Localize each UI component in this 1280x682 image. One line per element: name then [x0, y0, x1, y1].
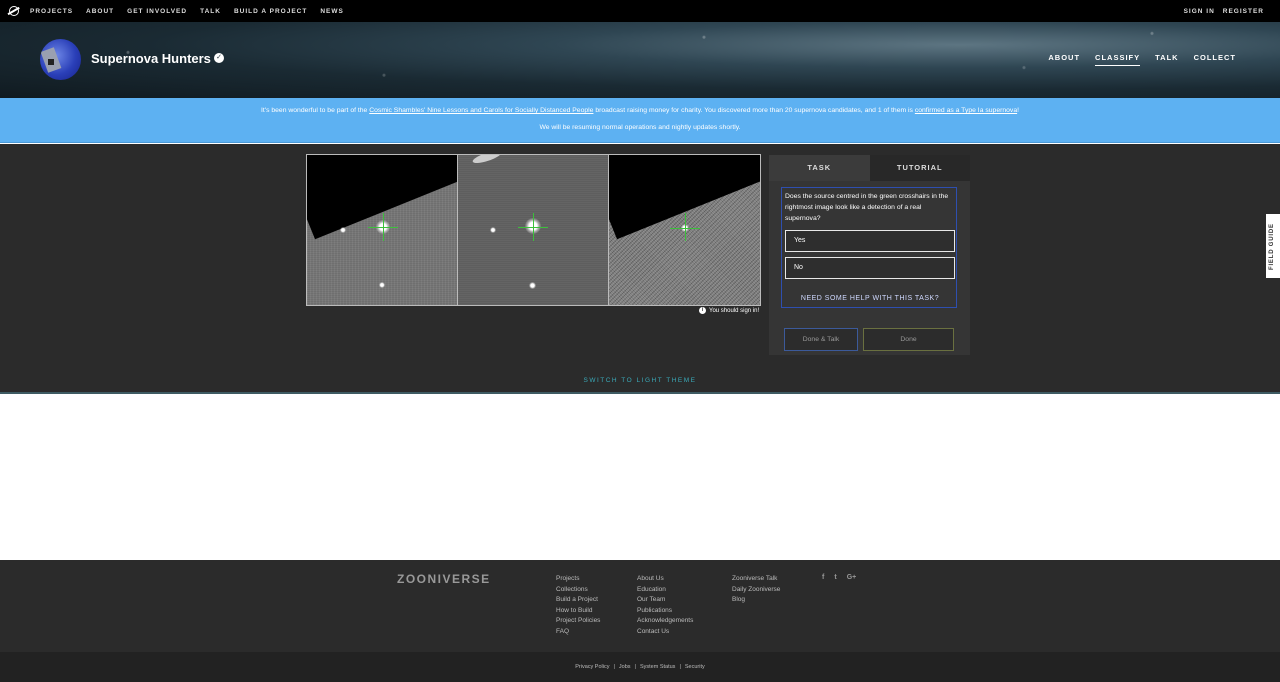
type-ia-supernova-link[interactable]: confirmed as a Type Ia supernova — [915, 107, 1017, 114]
jobs-link[interactable]: Jobs — [619, 664, 631, 670]
info-icon: i — [699, 307, 706, 314]
tab-task[interactable]: TASK — [769, 155, 870, 181]
nav-projects[interactable]: PROJECTS — [30, 8, 73, 15]
footer: ZOONIVERSE Projects Collections Build a … — [0, 560, 1280, 652]
sign-in-note[interactable]: i You should sign in! — [699, 307, 759, 314]
footer-link-blog[interactable]: Blog — [732, 595, 780, 606]
field-guide-label: FIELD GUIDE — [1269, 223, 1275, 270]
facebook-icon[interactable]: f — [822, 574, 824, 581]
help-link[interactable]: NEED SOME HELP WITH THIS TASK? — [782, 295, 958, 302]
nav-build-a-project[interactable]: BUILD A PROJECT — [234, 8, 307, 15]
separator: | — [634, 664, 636, 670]
footer-link-about-us[interactable]: About Us — [637, 574, 693, 585]
footer-link-daily-zooniverse[interactable]: Daily Zooniverse — [732, 585, 780, 596]
footer-link-our-team[interactable]: Our Team — [637, 595, 693, 606]
zooniverse-logo-icon[interactable] — [9, 6, 19, 16]
footer-logo[interactable]: ZOONIVERSE — [397, 572, 491, 586]
answer-yes-button[interactable]: Yes — [785, 230, 955, 252]
footer-link-education[interactable]: Education — [637, 585, 693, 596]
nav-about[interactable]: ABOUT — [86, 8, 114, 15]
done-button[interactable]: Done — [863, 328, 954, 351]
footer-bottom-bar: Privacy Policy | Jobs | System Status | Securi… — [0, 652, 1280, 682]
classifier-area: i You should sign in! TASK TUTORIAL Does… — [0, 144, 1280, 394]
footer-column-2: About Us Education Our Team Publications… — [637, 574, 693, 637]
security-link[interactable]: Security — [685, 664, 705, 670]
project-avatar[interactable] — [40, 39, 81, 80]
switch-theme-link[interactable]: SWITCH TO LIGHT THEME — [0, 377, 1280, 384]
satellite-detail — [48, 59, 54, 65]
divider — [0, 392, 1280, 394]
footer-link-acknowledgements[interactable]: Acknowledgements — [637, 616, 693, 627]
announcement-text-2: broadcast raising money for charity. You… — [593, 107, 915, 114]
footer-link-zooniverse-talk[interactable]: Zooniverse Talk — [732, 574, 780, 585]
answer-no-button[interactable]: No — [785, 257, 955, 279]
verified-check-icon: ✓ — [214, 53, 224, 63]
announcement-text-1: It's been wonderful to be part of the — [261, 107, 370, 114]
tab-tutorial[interactable]: TUTORIAL — [869, 155, 970, 181]
privacy-policy-link[interactable]: Privacy Policy — [575, 664, 609, 670]
nav-talk[interactable]: TALK — [200, 8, 221, 15]
separator: | — [613, 664, 615, 670]
footer-column-3: Zooniverse Talk Daily Zooniverse Blog — [732, 574, 780, 606]
cosmic-shambles-link[interactable]: Cosmic Shambles' Nine Lessons and Carols… — [369, 107, 593, 114]
field-star — [529, 282, 536, 289]
subject-image-new[interactable] — [307, 155, 458, 305]
nav-get-involved[interactable]: GET INVOLVED — [127, 8, 187, 15]
footer-link-projects[interactable]: Projects — [556, 574, 600, 585]
top-nav-links: PROJECTS ABOUT GET INVOLVED TALK BUILD A… — [30, 8, 357, 15]
google-plus-icon[interactable]: G+ — [847, 574, 857, 581]
field-star — [379, 282, 385, 288]
project-nav-collect[interactable]: COLLECT — [1194, 53, 1236, 66]
footer-link-contact-us[interactable]: Contact Us — [637, 627, 693, 638]
question-box: Does the source centred in the green cro… — [781, 187, 957, 308]
sign-in-note-text: You should sign in! — [709, 307, 760, 314]
footer-link-build-a-project[interactable]: Build a Project — [556, 595, 600, 606]
project-nav: ABOUT CLASSIFY TALK COLLECT — [1033, 53, 1236, 66]
announcement-line-2: We will be resuming normal operations an… — [539, 124, 741, 131]
footer-link-faq[interactable]: FAQ — [556, 627, 600, 638]
register-link[interactable]: REGISTER — [1223, 8, 1264, 15]
announcement-line-1: It's been wonderful to be part of the Co… — [0, 107, 1280, 114]
crosshair-vertical — [383, 213, 384, 241]
field-star — [490, 227, 496, 233]
subject-viewer[interactable] — [306, 154, 761, 306]
nav-news[interactable]: NEWS — [320, 8, 344, 15]
project-title[interactable]: Supernova Hunters — [91, 51, 211, 66]
done-and-talk-button[interactable]: Done & Talk — [784, 328, 858, 351]
task-tabs: TASK TUTORIAL — [769, 155, 970, 181]
project-nav-talk[interactable]: TALK — [1155, 53, 1178, 66]
footer-link-collections[interactable]: Collections — [556, 585, 600, 596]
footer-link-project-policies[interactable]: Project Policies — [556, 616, 600, 627]
project-nav-about[interactable]: ABOUT — [1048, 53, 1080, 66]
footer-column-1: Projects Collections Build a Project How… — [556, 574, 600, 637]
field-guide-tab[interactable]: FIELD GUIDE — [1266, 214, 1280, 278]
crosshair-vertical — [533, 213, 534, 241]
auth-links: SIGN IN REGISTER — [1176, 0, 1264, 22]
announcement-text-3: ! — [1017, 107, 1019, 114]
announcement-banner: It's been wonderful to be part of the Co… — [0, 98, 1280, 143]
twitter-icon[interactable]: t — [834, 574, 836, 581]
footer-link-how-to-build[interactable]: How to Build — [556, 606, 600, 617]
subject-image-difference[interactable] — [609, 155, 760, 305]
task-panel: TASK TUTORIAL Does the source centred in… — [769, 155, 970, 355]
sign-in-link[interactable]: SIGN IN — [1184, 8, 1215, 15]
task-question: Does the source centred in the green cro… — [785, 193, 949, 222]
crosshair-vertical — [685, 213, 686, 241]
top-navigation: PROJECTS ABOUT GET INVOLVED TALK BUILD A… — [0, 0, 1280, 22]
system-status-link[interactable]: System Status — [640, 664, 675, 670]
subject-image-reference[interactable] — [458, 155, 609, 305]
separator: | — [679, 664, 681, 670]
footer-link-publications[interactable]: Publications — [637, 606, 693, 617]
project-header: Supernova Hunters ✓ ABOUT CLASSIFY TALK … — [0, 22, 1280, 98]
project-nav-classify[interactable]: CLASSIFY — [1095, 53, 1141, 66]
field-star — [340, 227, 346, 233]
social-links: f t G+ — [822, 574, 866, 581]
